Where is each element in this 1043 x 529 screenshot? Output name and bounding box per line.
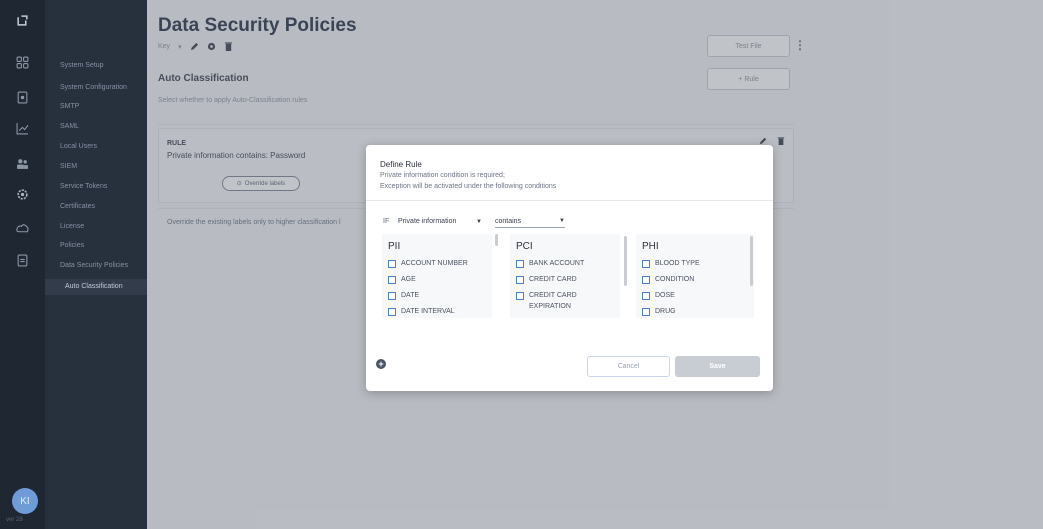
checkbox[interactable]	[388, 308, 396, 316]
add-condition-icon[interactable]: +	[376, 359, 386, 369]
scrollbar[interactable]	[750, 236, 753, 286]
option-label: DATE INTERVAL	[401, 308, 455, 315]
option-condition[interactable]: CONDITION	[642, 276, 694, 284]
option-label: BLOOD TYPE	[655, 260, 700, 267]
option-date-interval[interactable]: DATE INTERVAL	[388, 308, 455, 316]
cloud-icon[interactable]	[12, 218, 32, 238]
dialog-description: Private information condition is require…	[380, 172, 505, 179]
checkbox[interactable]	[642, 276, 650, 284]
checkbox[interactable]	[516, 292, 524, 300]
checkbox[interactable]	[516, 276, 524, 284]
option-credit-card[interactable]: CREDIT CARD	[516, 276, 577, 284]
option-date[interactable]: DATE	[388, 292, 419, 300]
option-account-number[interactable]: ACCOUNT NUMBER	[388, 260, 468, 268]
data-icon[interactable]	[12, 87, 32, 107]
nav-item-auto-classification[interactable]: Auto Classification	[45, 279, 147, 295]
dashboard-icon[interactable]	[12, 52, 32, 72]
nav-item-policies[interactable]: Policies	[60, 242, 84, 249]
option-label: BANK ACCOUNT	[529, 260, 585, 267]
settings-icon[interactable]	[12, 184, 32, 204]
pci-column: PCI BANK ACCOUNT CREDIT CARD CREDIT CARD…	[510, 234, 620, 318]
logo-icon[interactable]	[12, 10, 32, 30]
chevron-down-icon: ▼	[476, 218, 482, 225]
nav-item-certificates[interactable]: Certificates	[60, 203, 95, 210]
option-age[interactable]: AGE	[388, 276, 416, 284]
define-rule-dialog: Define Rule Private information conditio…	[366, 145, 773, 391]
phi-column: PHI BLOOD TYPE CONDITION DOSE DRUG	[636, 234, 754, 318]
reports-icon[interactable]	[12, 118, 32, 138]
document-icon[interactable]	[12, 250, 32, 270]
checkbox[interactable]	[516, 260, 524, 268]
option-label: DATE	[401, 292, 420, 299]
checkbox[interactable]	[388, 276, 396, 284]
option-blood-type[interactable]: BLOOD TYPE	[642, 260, 700, 268]
option-label: CREDIT CARD EXPIRATION	[529, 292, 577, 310]
dialog-title: Define Rule	[380, 160, 422, 169]
scrollbar[interactable]	[495, 234, 498, 246]
icon-rail: KI ver 28	[0, 0, 45, 529]
nav-item-saml[interactable]: SAML	[60, 123, 79, 130]
nav-item-system-setup[interactable]: System Setup	[60, 62, 104, 69]
nav-item-siem[interactable]: SIEM	[60, 163, 77, 170]
option-label: CREDIT CARD	[529, 276, 577, 283]
select-value: Private information	[398, 218, 457, 225]
pii-column: PII ACCOUNT NUMBER AGE DATE DATE INTERVA…	[382, 234, 492, 318]
option-label: DOSE	[655, 292, 675, 299]
checkbox[interactable]	[642, 260, 650, 268]
version-label: ver 28	[6, 517, 23, 523]
divider	[366, 200, 773, 201]
option-label: AGE	[401, 276, 416, 283]
chevron-down-icon: ▼	[559, 218, 565, 224]
cancel-button[interactable]: Cancel	[587, 356, 670, 377]
option-credit-card-expiration[interactable]: CREDIT CARD EXPIRATION	[516, 292, 599, 312]
column-heading: PII	[388, 241, 401, 252]
option-drug[interactable]: DRUG	[642, 308, 676, 316]
checkbox[interactable]	[642, 292, 650, 300]
select-value: contains	[495, 217, 522, 225]
checkbox[interactable]	[388, 260, 396, 268]
checkbox[interactable]	[642, 308, 650, 316]
option-dose[interactable]: DOSE	[642, 292, 675, 300]
users-icon[interactable]	[12, 153, 32, 173]
option-label: DRUG	[655, 308, 676, 315]
nav-item-license[interactable]: License	[60, 223, 84, 230]
column-heading: PCI	[516, 241, 533, 252]
column-heading: PHI	[642, 241, 659, 252]
checkbox[interactable]	[388, 292, 396, 300]
nav-item-service-tokens[interactable]: Service Tokens	[60, 183, 107, 190]
option-bank-account[interactable]: BANK ACCOUNT	[516, 260, 584, 268]
nav-item-local-users[interactable]: Local Users	[60, 143, 97, 150]
option-label: CONDITION	[655, 276, 695, 283]
save-button[interactable]: Save	[675, 356, 760, 377]
avatar[interactable]: KI	[12, 488, 38, 514]
settings-nav-list: System Setup System Configuration SMTP S…	[45, 0, 147, 529]
scrollbar[interactable]	[624, 236, 627, 286]
information-type-select[interactable]: Private information ▼	[398, 215, 482, 228]
nav-item-smtp[interactable]: SMTP	[60, 103, 79, 110]
nav-item-data-security-policies[interactable]: Data Security Policies	[60, 262, 128, 269]
option-label: ACCOUNT NUMBER	[401, 260, 468, 267]
condition-select[interactable]: contains ▼	[495, 215, 565, 228]
if-label: IF	[383, 218, 390, 225]
dialog-description-secondary: Exception will be activated under the fo…	[380, 183, 557, 190]
nav-item-system-configuration[interactable]: System Configuration	[60, 84, 127, 91]
